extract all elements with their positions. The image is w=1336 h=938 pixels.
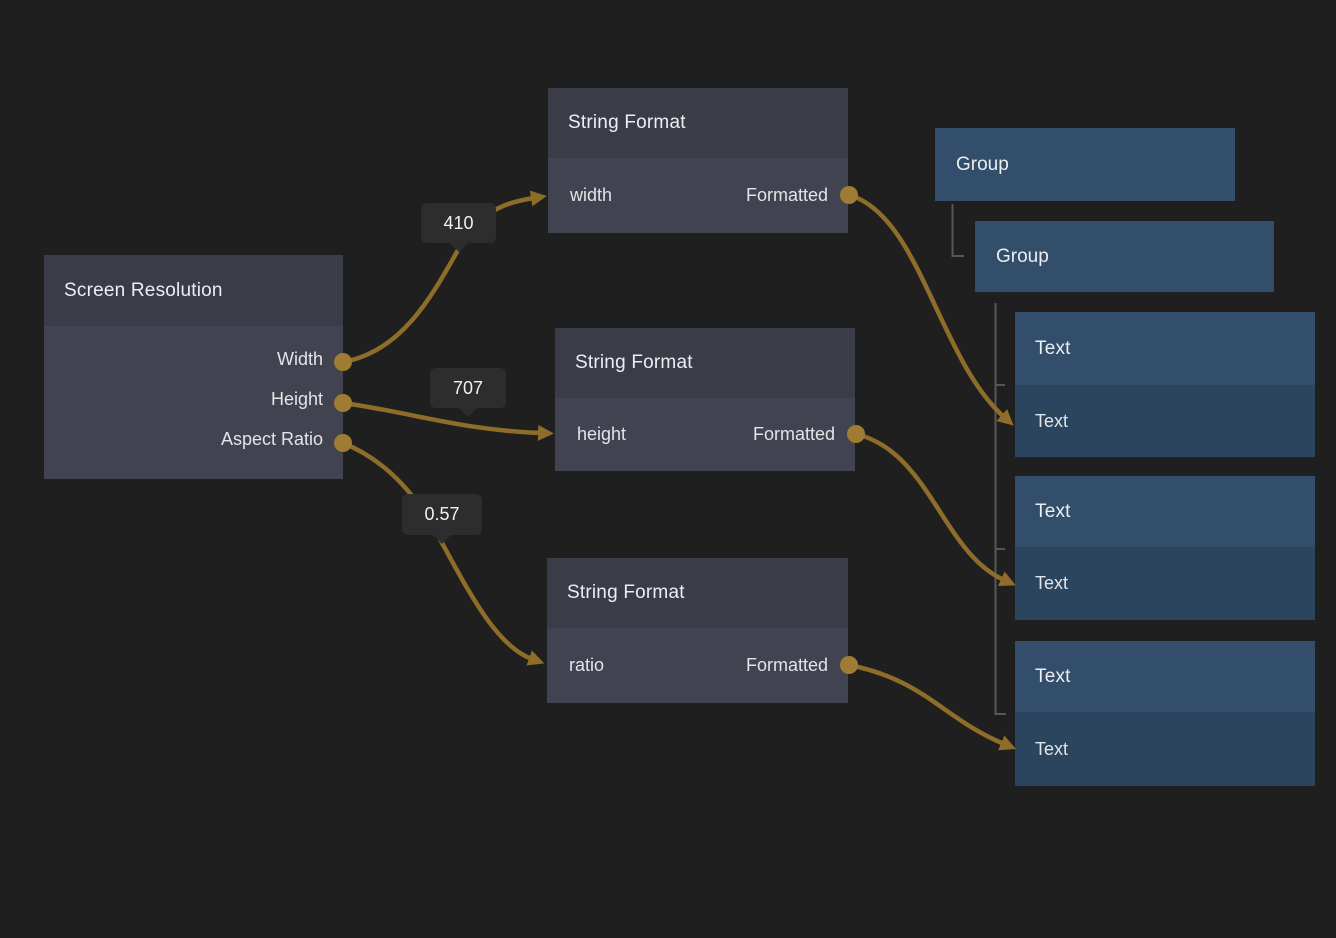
node-string-format-height[interactable]: String Format height Formatted xyxy=(555,328,855,471)
node-header[interactable]: Screen Resolution xyxy=(44,255,343,326)
output-row-aspect-ratio: Aspect Ratio xyxy=(44,419,343,459)
node-title: Text xyxy=(1035,666,1071,688)
output-label-formatted: Formatted xyxy=(746,185,828,206)
value-badge-height: 707 xyxy=(430,368,506,408)
node-title: String Format xyxy=(567,582,685,604)
node-header[interactable]: Text xyxy=(1015,476,1315,547)
input-label-text: Text xyxy=(1035,411,1068,432)
node-group-outer[interactable]: Group xyxy=(935,128,1235,201)
node-string-format-ratio[interactable]: String Format ratio Formatted xyxy=(547,558,848,703)
node-text-height[interactable]: Text Text xyxy=(1015,476,1315,620)
output-row-height: Height xyxy=(44,379,343,419)
output-label-formatted: Formatted xyxy=(753,424,835,445)
node-string-format-width[interactable]: String Format width Formatted xyxy=(548,88,848,233)
input-label-width: width xyxy=(570,185,612,206)
hierarchy-connector-inner-group xyxy=(996,303,1007,714)
node-header[interactable]: String Format xyxy=(548,88,848,158)
output-label-aspect-ratio: Aspect Ratio xyxy=(221,429,323,450)
value-badge-ratio: 0.57 xyxy=(402,494,482,535)
output-label-height: Height xyxy=(271,389,323,410)
wire-formatted-to-text-ratio[interactable] xyxy=(849,665,1004,744)
node-title: String Format xyxy=(575,352,693,374)
output-label-width: Width xyxy=(277,349,323,370)
wire-formatted-to-text-height[interactable] xyxy=(856,434,1004,580)
node-title: Text xyxy=(1035,338,1071,360)
value-badge-width: 410 xyxy=(421,203,496,243)
input-label-text: Text xyxy=(1035,573,1068,594)
node-title: Screen Resolution xyxy=(64,280,223,302)
input-label-height: height xyxy=(577,424,626,445)
node-title: String Format xyxy=(568,112,686,134)
node-header[interactable]: Text xyxy=(1015,641,1315,712)
hierarchy-connector-outer-group xyxy=(953,204,965,256)
node-title: Group xyxy=(956,154,1009,176)
input-label-text: Text xyxy=(1035,739,1068,760)
node-title: Text xyxy=(1035,501,1071,523)
node-header[interactable]: String Format xyxy=(555,328,855,398)
node-header[interactable]: String Format xyxy=(547,558,848,628)
value-badge-label: 410 xyxy=(443,213,473,234)
node-header[interactable]: Text xyxy=(1015,312,1315,385)
node-text-width[interactable]: Text Text xyxy=(1015,312,1315,457)
node-text-ratio[interactable]: Text Text xyxy=(1015,641,1315,786)
value-badge-label: 707 xyxy=(453,378,483,399)
node-group-inner[interactable]: Group xyxy=(975,221,1274,292)
node-graph-canvas[interactable]: Screen Resolution Width Height Aspect Ra… xyxy=(0,0,1336,938)
value-badge-label: 0.57 xyxy=(424,504,459,525)
node-screen-resolution[interactable]: Screen Resolution Width Height Aspect Ra… xyxy=(44,255,343,479)
input-label-ratio: ratio xyxy=(569,655,604,676)
output-row-width: Width xyxy=(44,339,343,379)
wire-ratio-to-format[interactable] xyxy=(343,443,532,659)
node-title: Group xyxy=(996,246,1049,268)
output-label-formatted: Formatted xyxy=(746,655,828,676)
